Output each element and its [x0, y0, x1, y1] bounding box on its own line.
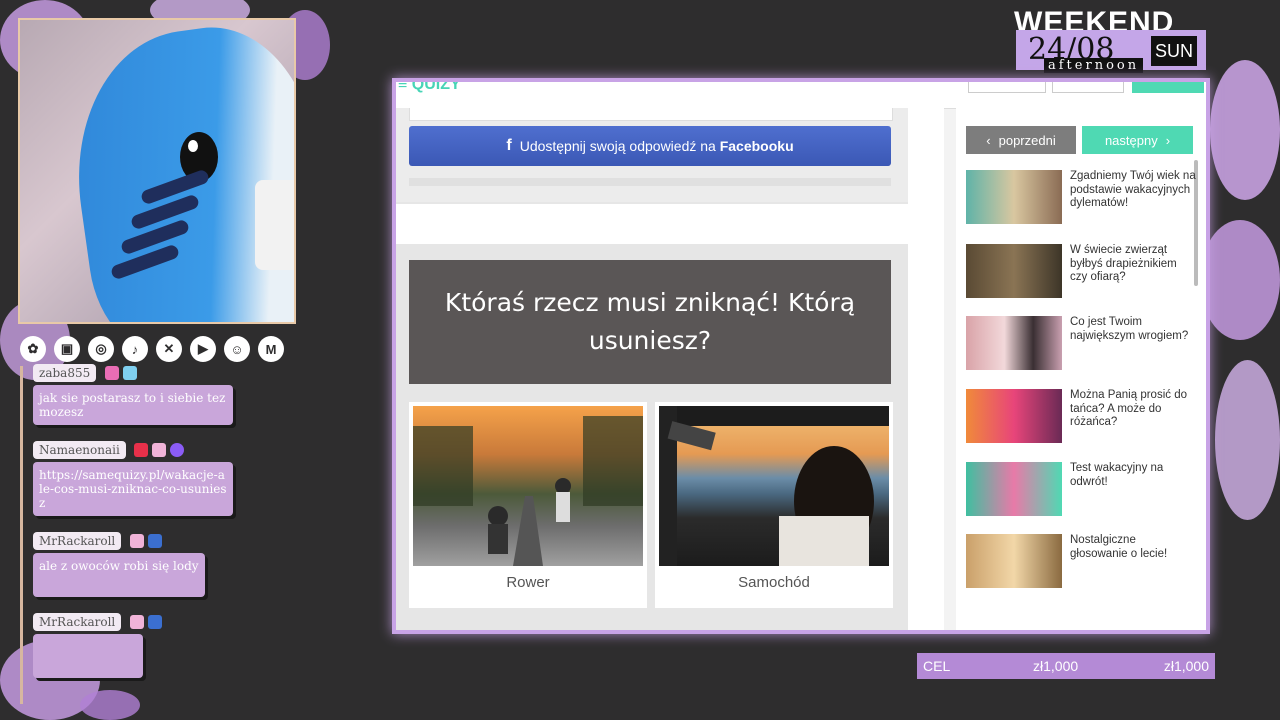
schedule-time: afternoon [1044, 58, 1144, 73]
browser-window: ≡ QUIZY f Udostępnij swoją odpowiedź na … [392, 78, 1210, 634]
quiz-main-column: f Udostępnij swoją odpowiedź na Facebook… [396, 108, 908, 630]
chat-message [33, 634, 143, 678]
chat-message: https://samequizy.pl/wakacje-ale-cos-mus… [33, 462, 233, 516]
badge-icon [147, 533, 162, 548]
prev-button[interactable]: ‹ poprzedni [966, 126, 1076, 154]
related-quiz-title: Test wakacyjny na odwrót! [1070, 462, 1164, 488]
related-quiz-item[interactable]: Test wakacyjny na odwrót! [966, 462, 1196, 518]
section-gap [396, 204, 908, 244]
question-card: Któraś rzecz musi zniknąć! Którą usunies… [396, 244, 908, 630]
related-quiz-thumbnail [966, 244, 1062, 298]
facebook-share-button[interactable]: f Udostępnij swoją odpowiedź na Facebook… [409, 126, 891, 166]
related-quiz-thumbnail [966, 316, 1062, 370]
chat-message: ale z owoców robi się lody [33, 553, 205, 597]
chat-username: MrRackaroll [33, 532, 122, 550]
chat-entry: MrRackaroll [33, 607, 250, 678]
chat-panel: zaba855 jak sie postarasz to i siebie te… [20, 364, 250, 704]
donation-goal-bar: CEL zł1,000 zł1,000 [917, 653, 1215, 679]
chat-message: jak sie postarasz to i siebie tez mozesz [33, 385, 233, 425]
next-button[interactable]: następny › [1082, 126, 1193, 154]
verified-icon [170, 442, 185, 457]
chat-username: Namaenonaii [33, 441, 126, 459]
related-quiz-thumbnail [966, 534, 1062, 588]
chat-entry: zaba855 jak sie postarasz to i siebie te… [33, 358, 250, 425]
option-image-car [659, 406, 889, 566]
badge-icon [129, 533, 144, 548]
schedule-day: SUN [1151, 36, 1197, 66]
option-image-bike [413, 406, 643, 566]
badge-icon [122, 365, 137, 380]
nav-button[interactable] [1132, 82, 1204, 93]
badge-icon [129, 614, 144, 629]
schedule-badge: WEEKEND 24/08 SUN afternoon [1014, 8, 1208, 76]
badge-icon [134, 442, 149, 457]
share-card: f Udostępnij swoją odpowiedź na Facebook… [396, 108, 908, 202]
related-quiz-title: W świecie zwierząt byłbyś drapieżnikiem … [1070, 244, 1177, 283]
option-rower[interactable]: Rower [409, 402, 647, 608]
related-quiz-thumbnail [966, 462, 1062, 516]
flower-decoration-right [1200, 60, 1280, 560]
badge-icon [147, 614, 162, 629]
related-quiz-item[interactable]: Nostalgiczne głosowanie o lecie! [966, 534, 1196, 590]
site-logo[interactable]: ≡ QUIZY [398, 82, 461, 94]
goal-current: zł1,000 [1033, 658, 1079, 674]
facebook-icon: f [506, 137, 512, 154]
badge-icon [152, 442, 167, 457]
chat-entry: MrRackaroll ale z owoców robi się lody [33, 526, 250, 597]
related-quiz-title: Co jest Twoim największym wrogiem? [1070, 316, 1189, 342]
chevron-right-icon: › [1165, 132, 1171, 148]
related-sidebar: ‹ poprzedni następny › Zgadniemy Twój wi… [956, 108, 1206, 630]
chat-username: MrRackaroll [33, 613, 122, 631]
webcam-feed [18, 18, 296, 324]
site-navbar: ≡ QUIZY [396, 82, 1206, 109]
related-quiz-thumbnail [966, 389, 1062, 443]
related-quiz-title: Nostalgiczne głosowanie o lecie! [1070, 534, 1168, 560]
goal-label: CEL [923, 658, 951, 674]
related-quiz-item[interactable]: Zgadniemy Twój wiek na podstawie wakacyj… [966, 170, 1196, 226]
facebook-share-text: Udostępnij swoją odpowiedź na Facebooku [519, 138, 794, 154]
chat-username: zaba855 [33, 364, 97, 382]
related-quiz-thumbnail [966, 170, 1062, 224]
related-quiz-item[interactable]: W świecie zwierząt byłbyś drapieżnikiem … [966, 244, 1196, 300]
goal-target: zł1,000 [1163, 658, 1209, 674]
gmail-icon[interactable]: M [258, 336, 284, 362]
chat-entry: Namaenonaii https://samequizy.pl/wakacje… [33, 435, 250, 516]
card-divider [409, 178, 891, 186]
nav-button[interactable] [968, 82, 1046, 93]
badge-icon [104, 365, 119, 380]
related-quiz-title: Można Panią prosić do tańca? A może do r… [1070, 389, 1187, 428]
question-title: Któraś rzecz musi zniknąć! Którą usunies… [409, 260, 891, 384]
shark-teeth [255, 180, 294, 270]
option-label: Samochód [738, 574, 810, 591]
option-label: Rower [506, 574, 550, 591]
chevron-left-icon: ‹ [986, 132, 991, 148]
column-gap [908, 108, 944, 630]
nav-button[interactable] [1052, 82, 1124, 93]
related-quiz-title: Zgadniemy Twój wiek na podstawie wakacyj… [1070, 170, 1196, 209]
related-quiz-item[interactable]: Co jest Twoim największym wrogiem? [966, 316, 1196, 372]
option-samochod[interactable]: Samochód [655, 402, 893, 608]
answer-field[interactable] [409, 108, 893, 121]
shark-costume [58, 20, 294, 322]
related-quiz-item[interactable]: Można Panią prosić do tańca? A może do r… [966, 389, 1196, 445]
